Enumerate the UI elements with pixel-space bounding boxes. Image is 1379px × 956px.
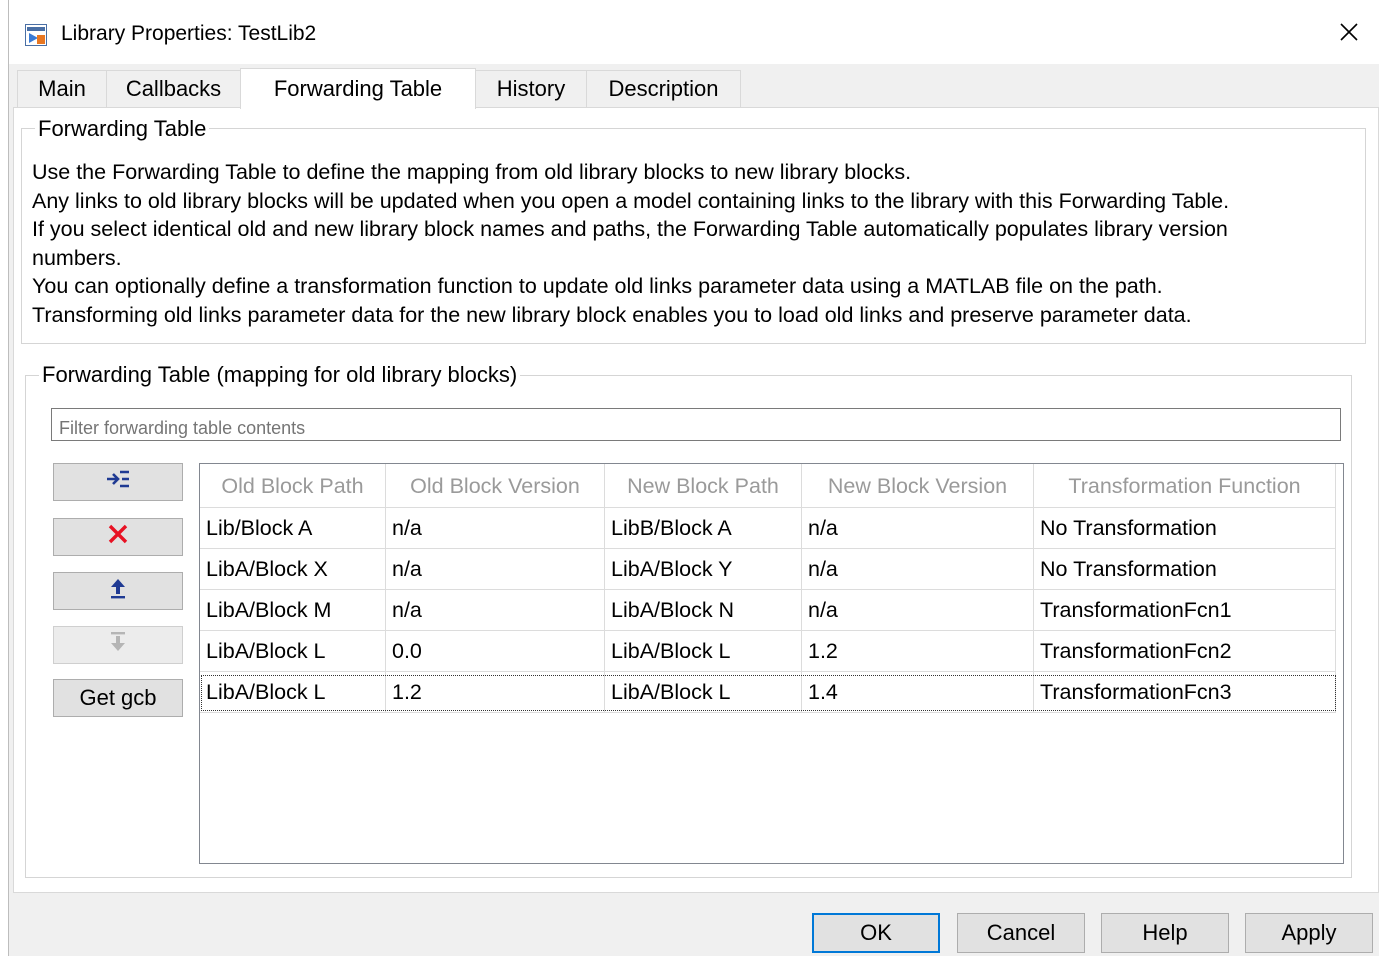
cell-old-block-version[interactable]: 0.0 [386, 631, 605, 672]
column-header-old-block-path[interactable]: Old Block Path [200, 464, 386, 508]
column-header-transformation-function[interactable]: Transformation Function [1034, 464, 1336, 508]
cell-new-block-path[interactable]: LibA/Block L [605, 672, 802, 713]
cell-old-block-path[interactable]: Lib/Block A [200, 508, 386, 549]
column-header-old-block-version[interactable]: Old Block Version [386, 464, 605, 508]
cell-old-block-version[interactable]: n/a [386, 590, 605, 631]
move-up-icon [108, 577, 128, 605]
cell-old-block-version[interactable]: n/a [386, 508, 605, 549]
delete-row-button[interactable] [53, 518, 183, 556]
forwarding-table: Old Block Path Old Block Version New Blo… [199, 463, 1344, 864]
description-line: You can optionally define a transformati… [32, 274, 1163, 299]
column-header-new-block-path[interactable]: New Block Path [605, 464, 802, 508]
cell-old-block-path[interactable]: LibA/Block L [200, 672, 386, 713]
tab-main[interactable]: Main [17, 70, 107, 107]
table-header: Old Block Path Old Block Version New Blo… [200, 464, 1336, 508]
cell-transformation-function[interactable]: TransformationFcn3 [1034, 672, 1336, 713]
table-group-label: Forwarding Table (mapping for old librar… [39, 362, 521, 388]
get-gcb-button[interactable]: Get gcb [53, 679, 183, 717]
table-row-selected[interactable]: LibA/Block L 1.2 LibA/Block L 1.4 Transf… [200, 672, 1336, 713]
ok-button[interactable]: OK [812, 913, 940, 953]
tab-strip: Main Callbacks Forwarding Table History … [17, 68, 1377, 109]
cell-new-block-path[interactable]: LibA/Block Y [605, 549, 802, 590]
cell-old-block-version[interactable]: n/a [386, 549, 605, 590]
cell-transformation-function[interactable]: TransformationFcn1 [1034, 590, 1336, 631]
title-bar: Library Properties: TestLib2 [9, 0, 1379, 64]
library-properties-dialog: Library Properties: TestLib2 Main Callba… [8, 0, 1379, 956]
table-row[interactable]: LibA/Block X n/a LibA/Block Y n/a No Tra… [200, 549, 1336, 590]
cell-old-block-version[interactable]: 1.2 [386, 672, 605, 713]
help-button[interactable]: Help [1101, 913, 1229, 953]
cell-new-block-path[interactable]: LibA/Block N [605, 590, 802, 631]
description-line: Use the Forwarding Table to define the m… [32, 160, 912, 184]
cell-new-block-version[interactable]: n/a [802, 549, 1034, 590]
description-line: If you select identical old and new libr… [32, 217, 1228, 242]
description-line: Transforming old links parameter data fo… [32, 302, 1192, 327]
tab-forwarding-table[interactable]: Forwarding Table [240, 68, 476, 109]
cell-transformation-function[interactable]: No Transformation [1034, 549, 1336, 590]
cell-transformation-function[interactable]: No Transformation [1034, 508, 1336, 549]
close-icon [1339, 22, 1359, 47]
tab-callbacks[interactable]: Callbacks [106, 70, 241, 107]
move-down-icon [108, 631, 128, 659]
cancel-button[interactable]: Cancel [957, 913, 1085, 953]
move-up-button[interactable] [53, 572, 183, 610]
cell-new-block-version[interactable]: 1.2 [802, 631, 1034, 672]
cell-new-block-version[interactable]: n/a [802, 508, 1034, 549]
table-row[interactable]: Lib/Block A n/a LibB/Block A n/a No Tran… [200, 508, 1336, 549]
window-title: Library Properties: TestLib2 [61, 22, 317, 45]
cell-new-block-version[interactable]: 1.4 [802, 672, 1034, 713]
filter-input[interactable] [51, 408, 1341, 441]
add-row-icon [105, 469, 131, 495]
info-group-label: Forwarding Table [35, 116, 210, 142]
description-line: numbers. [32, 245, 122, 270]
cell-old-block-path[interactable]: LibA/Block X [200, 549, 386, 590]
simulink-library-icon [25, 24, 47, 46]
cell-new-block-version[interactable]: n/a [802, 590, 1034, 631]
column-header-new-block-version[interactable]: New Block Version [802, 464, 1034, 508]
description-line: Any links to old library blocks will be … [32, 188, 1230, 213]
table-row[interactable]: LibA/Block L 0.0 LibA/Block L 1.2 Transf… [200, 631, 1336, 672]
add-row-button[interactable] [53, 463, 183, 501]
move-down-button[interactable] [53, 626, 183, 664]
tab-history[interactable]: History [475, 70, 587, 107]
cell-transformation-function[interactable]: TransformationFcn2 [1034, 631, 1336, 672]
cell-new-block-path[interactable]: LibA/Block L [605, 631, 802, 672]
cell-old-block-path[interactable]: LibA/Block M [200, 590, 386, 631]
delete-icon [107, 523, 129, 551]
apply-button[interactable]: Apply [1245, 913, 1373, 953]
cell-new-block-path[interactable]: LibB/Block A [605, 508, 802, 549]
table-row[interactable]: LibA/Block M n/a LibA/Block N n/a Transf… [200, 590, 1336, 631]
cell-old-block-path[interactable]: LibA/Block L [200, 631, 386, 672]
close-button[interactable] [1326, 14, 1372, 54]
description-text: Use the Forwarding Table to define the m… [32, 158, 1352, 330]
tab-description[interactable]: Description [586, 70, 741, 107]
